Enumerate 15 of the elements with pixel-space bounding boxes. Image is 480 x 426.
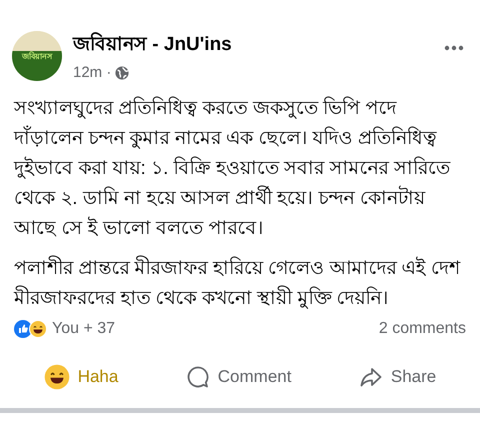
- haha-icon: [44, 364, 70, 390]
- page-avatar[interactable]: জবিয়ানস: [12, 31, 62, 81]
- haha-reaction-icon: [29, 320, 47, 338]
- globe-icon: [115, 66, 130, 80]
- post-time[interactable]: 12m ·: [73, 62, 112, 84]
- post-text: পলাশীর প্রান্তরে মীরজাফর হারিয়ে গেলেও আমাদের এই দেশ মীরজাফরদের হাত থেকে কখনো স্থায়ী মুক্তি দেয়নি।: [14, 254, 462, 311]
- share-button[interactable]: Share: [350, 356, 444, 396]
- more-options-icon[interactable]: [444, 45, 464, 51]
- post-text: সংখ্যালঘুদের প্রতিনিধিত্ব করতে জকসুতে ভিপি পদে দাঁড়ালেন চন্দন কুমার নামের এক ছেলে। যদিও প্রতিনিধিত্ব দুইভাবে করা যায়: ১. বিক্রি হওয়াতে সবার সামনের সারিতে থেকে ২. ডামি না হয়ে আসল প্রার্থী হয়ে। চন্দন কোনটায় আছে সে ই ভালো বলতে পারবে।: [14, 96, 452, 240]
- comment-button[interactable]: Comment: [178, 356, 300, 396]
- reactions-summary[interactable]: You + 37: [52, 316, 116, 340]
- author-name[interactable]: জবিয়ানস - JnU'ins: [73, 33, 444, 57]
- haha-button[interactable]: Haha: [36, 356, 126, 396]
- comment-icon: [186, 364, 210, 388]
- comments-count[interactable]: 2 comments: [378, 316, 466, 340]
